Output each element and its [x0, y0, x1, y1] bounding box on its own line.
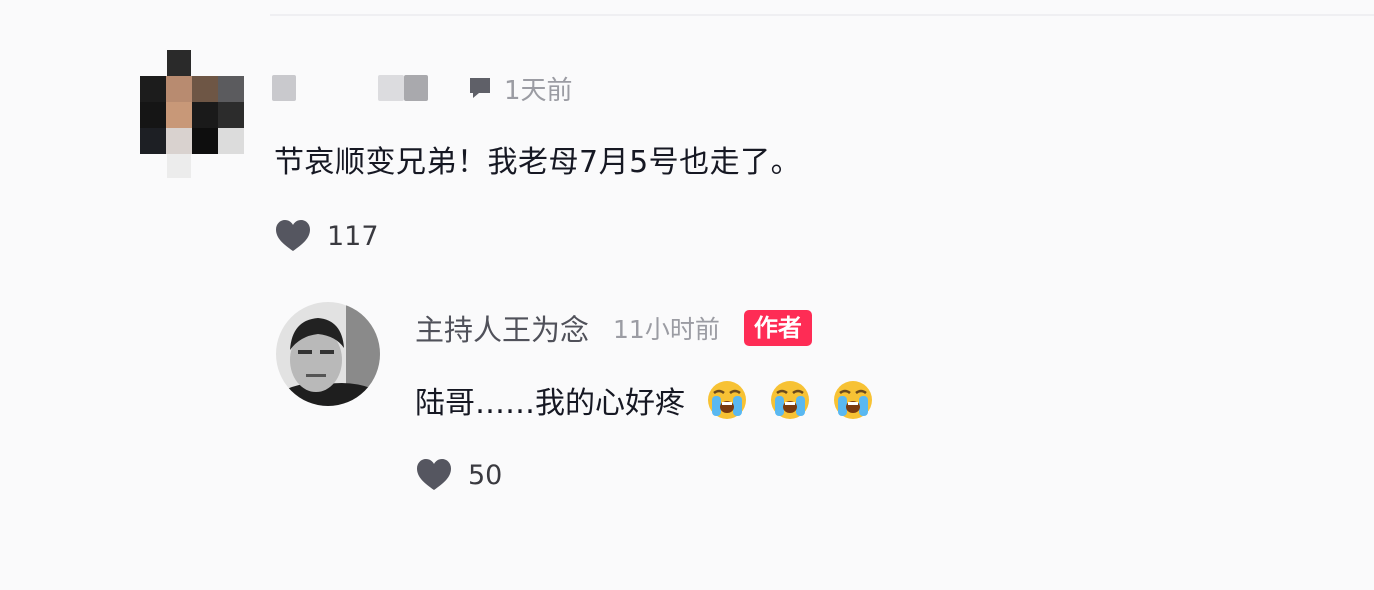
like-count: 117	[327, 220, 379, 252]
reply-text-row: 陆哥……我的心好疼	[415, 378, 874, 422]
reply-time: 11小时前	[613, 315, 720, 344]
comment-like-button[interactable]: 117	[275, 219, 379, 253]
top-divider	[270, 14, 1374, 16]
reply-like-button[interactable]: 50	[416, 458, 502, 492]
loudly-crying-face-icon	[706, 379, 748, 421]
reply-icon[interactable]	[468, 76, 492, 100]
heart-icon	[275, 219, 311, 253]
loudly-crying-face-icon	[769, 379, 811, 421]
loudly-crying-face-icon	[832, 379, 874, 421]
username-redacted[interactable]	[272, 75, 296, 101]
username-redacted	[378, 75, 404, 101]
comment-meta: 1天前	[272, 72, 573, 106]
commenter-avatar[interactable]	[140, 50, 246, 180]
author-avatar[interactable]	[276, 302, 380, 406]
reply-meta: 主持人王为念 11小时前 作者	[415, 308, 812, 348]
reply-text: 陆哥……我的心好疼	[415, 386, 685, 421]
like-count: 50	[468, 459, 503, 491]
author-badge: 作者	[743, 310, 812, 346]
comment-text: 节哀顺变兄弟！我老母7月5号也走了。	[274, 145, 802, 180]
heart-icon	[416, 458, 452, 492]
comment-time: 1天前	[504, 75, 573, 106]
author-username[interactable]: 主持人王为念	[415, 307, 589, 349]
username-redacted	[404, 75, 428, 101]
